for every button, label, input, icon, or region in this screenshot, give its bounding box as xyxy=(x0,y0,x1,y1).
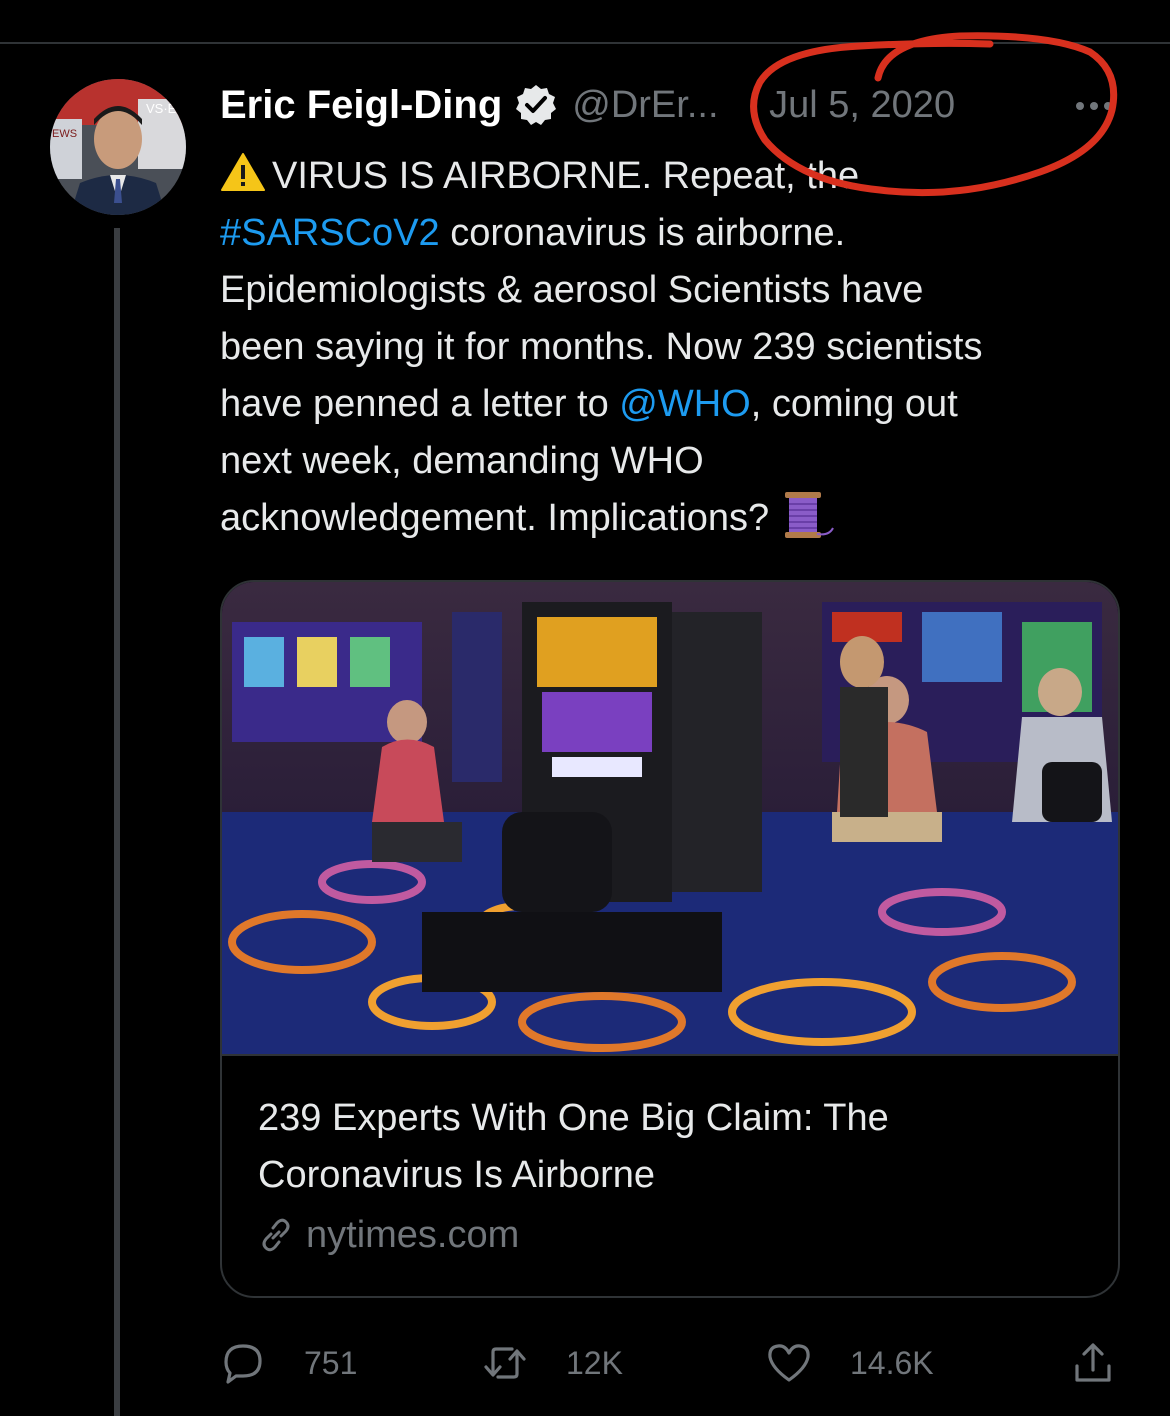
avatar-banner-text: VS·E xyxy=(146,101,177,116)
card-title[interactable]: 239 Experts With One Big Claim: The Coro… xyxy=(258,1090,1098,1204)
action-bar: 751 12K 14.6K xyxy=(220,1336,1120,1390)
author-name[interactable]: Eric Feigl-Ding xyxy=(220,83,502,128)
tweet-line-5: have penned a letter to @WHO, coming out xyxy=(220,376,1140,433)
card-image[interactable] xyxy=(222,582,1118,1056)
link-icon xyxy=(262,1218,290,1252)
author-handle[interactable]: @DrEr... xyxy=(572,84,718,127)
tweet-date[interactable]: Jul 5, 2020 xyxy=(769,84,955,127)
tweet-line-7-text: acknowledgement. Implications? xyxy=(220,497,770,539)
tweet-line-2-text: coronavirus is airborne. xyxy=(439,212,846,254)
tweet-line-2: #SARSCoV2 coronavirus is airborne. xyxy=(220,205,1140,262)
thread-line xyxy=(114,228,120,1416)
tweet-line-1-text: VIRUS IS AIRBORNE. Repeat, the xyxy=(272,155,860,197)
tweet-line-3: Epidemiologists & aerosol Scientists hav… xyxy=(220,269,924,311)
like-button[interactable]: 14.6K xyxy=(766,1336,934,1390)
avatar-side-text: EWS xyxy=(52,128,77,140)
tweet-line-4: been saying it for months. Now 239 scien… xyxy=(220,326,983,368)
card-source-domain: nytimes.com xyxy=(306,1213,520,1256)
tweet-line-1: VIRUS IS AIRBORNE. Repeat, the xyxy=(220,148,1140,205)
reply-icon xyxy=(224,1344,262,1384)
link-card[interactable]: 239 Experts With One Big Claim: The Coro… xyxy=(220,580,1120,1298)
retweet-button[interactable]: 12K xyxy=(482,1336,623,1390)
header-separator: · xyxy=(748,83,762,126)
retweet-count: 12K xyxy=(566,1344,623,1381)
share-icon xyxy=(1075,1343,1111,1382)
avatar-photo: VS·E EWS xyxy=(50,79,186,215)
like-count: 14.6K xyxy=(850,1344,934,1381)
tweet-header: Eric Feigl-Ding @DrEr... · Jul 5, 2020 xyxy=(220,80,955,130)
top-divider xyxy=(0,42,1170,44)
mention-link[interactable]: @WHO xyxy=(619,383,750,425)
tweet-text: VIRUS IS AIRBORNE. Repeat, the #SARSCoV2… xyxy=(220,148,1140,547)
share-button[interactable] xyxy=(1070,1336,1116,1390)
card-source[interactable]: nytimes.com xyxy=(258,1210,519,1260)
thread-spool-icon xyxy=(785,492,835,538)
card-title-line-2: Coronavirus Is Airborne xyxy=(258,1154,656,1196)
tweet-line-7: acknowledgement. Implications? xyxy=(220,490,1140,547)
heart-icon xyxy=(768,1344,810,1382)
tweet-line-5-pre: have penned a letter to xyxy=(220,383,620,425)
warning-sign-icon xyxy=(221,153,265,191)
casino-photo xyxy=(222,582,1118,1054)
reply-button[interactable]: 751 xyxy=(220,1336,357,1390)
card-title-line-1: 239 Experts With One Big Claim: The xyxy=(258,1097,889,1139)
more-dots-icon[interactable] xyxy=(1072,96,1112,116)
verified-badge-icon xyxy=(516,85,557,125)
avatar[interactable]: VS·E EWS xyxy=(50,79,186,215)
hashtag-link[interactable]: #SARSCoV2 xyxy=(220,212,440,254)
reply-count: 751 xyxy=(304,1344,358,1381)
tweet-line-5-post: , coming out xyxy=(750,383,958,425)
tweet-line-6: next week, demanding WHO xyxy=(220,440,704,482)
retweet-icon xyxy=(484,1347,526,1379)
